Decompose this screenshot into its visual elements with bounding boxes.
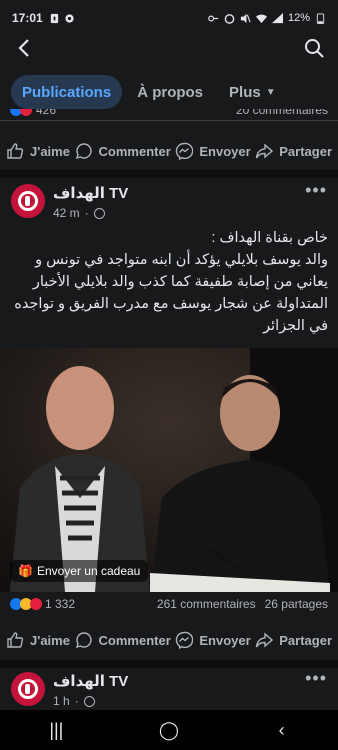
notification-icon	[50, 13, 58, 23]
like-icon	[7, 143, 24, 159]
wifi-icon	[255, 14, 267, 23]
recent-apps-button[interactable]: |||	[36, 720, 76, 741]
nav-bar	[0, 36, 338, 60]
status-bar: 17:01 12%	[0, 0, 338, 36]
like-icon	[7, 632, 24, 648]
comment-icon	[75, 143, 92, 160]
tab-publications[interactable]: Publications	[11, 75, 123, 109]
post-photo[interactable]: 🎁 Envoyer un cadeau	[0, 348, 338, 592]
arrow-left-icon	[18, 39, 29, 57]
more-options-button[interactable]: •••	[305, 668, 327, 689]
action-row: J'aime Commenter Envoyer Partager	[0, 625, 338, 655]
logo-icon	[18, 191, 38, 211]
system-nav-bar: ||| ◯ ‹	[0, 710, 338, 750]
mute-icon	[240, 13, 251, 23]
key-icon	[208, 15, 219, 21]
page-name[interactable]: الهداف TV	[53, 184, 128, 202]
photo-illustration	[0, 348, 338, 592]
share-icon	[256, 143, 274, 159]
page-avatar[interactable]	[11, 672, 45, 706]
battery-percent: 12%	[287, 12, 310, 24]
gift-icon: 🎁	[18, 564, 33, 578]
love-reaction-icon	[20, 109, 32, 116]
shares-count[interactable]: 26 partages	[265, 597, 328, 611]
messenger-icon	[176, 631, 194, 649]
post-text: خاص بقناة الهداف : والد يوسف بلايلي يؤكد…	[10, 227, 328, 337]
like-button[interactable]: J'aime	[6, 631, 70, 649]
comment-icon	[75, 632, 92, 649]
status-time: 17:01	[12, 11, 43, 25]
comments-count[interactable]: 261 commentaires	[157, 597, 256, 611]
share-icon	[256, 632, 274, 648]
battery-icon	[316, 12, 325, 24]
search-icon	[305, 39, 324, 58]
post-counts: 1 332 261 commentaires 26 partages	[0, 597, 338, 615]
back-button[interactable]	[13, 37, 35, 59]
post-text-line: خاص بقناة الهداف :	[211, 230, 328, 246]
share-button[interactable]: Partager	[255, 142, 332, 160]
page-avatar[interactable]	[11, 184, 45, 218]
previous-reactions[interactable]: 426	[10, 109, 56, 117]
search-button[interactable]	[303, 37, 325, 59]
post-meta: 1 h ·	[53, 694, 95, 708]
tab-about[interactable]: À propos	[126, 75, 214, 109]
previous-comments[interactable]: 20 commentaires	[236, 109, 328, 117]
comment-button[interactable]: Commenter	[75, 142, 171, 160]
post-time[interactable]: 42 m	[53, 206, 80, 220]
globe-icon	[93, 207, 105, 219]
like-button[interactable]: J'aime	[6, 142, 70, 160]
send-gift-button[interactable]: 🎁 Envoyer un cadeau	[10, 560, 149, 582]
send-button[interactable]: Envoyer	[175, 631, 251, 649]
signal-icon	[271, 12, 283, 23]
dot-separator: ·	[84, 206, 89, 220]
reactions-summary[interactable]: 1 332	[10, 597, 75, 611]
post-separator	[0, 170, 338, 178]
post-time[interactable]: 1 h	[53, 694, 70, 708]
comment-button[interactable]: Commenter	[75, 631, 171, 649]
page-name[interactable]: الهداف TV	[53, 672, 128, 690]
dot-separator: ·	[74, 694, 79, 708]
home-button[interactable]: ◯	[149, 720, 189, 741]
tab-more[interactable]: Plus ▼	[218, 75, 287, 109]
settings-icon	[65, 13, 74, 23]
more-options-button[interactable]: •••	[305, 180, 327, 201]
comments-shares: 261 commentaires 26 partages	[157, 597, 328, 611]
post-separator	[0, 660, 338, 668]
logo-icon	[18, 679, 38, 699]
love-reaction-icon	[30, 598, 42, 610]
previous-post-counts: 426 20 commentaires	[0, 109, 338, 121]
page-tabs: Publications À propos Plus ▼	[0, 74, 338, 110]
messenger-icon	[176, 142, 194, 160]
post-meta: 42 m ·	[53, 206, 105, 220]
globe-icon	[83, 695, 95, 707]
system-back-button[interactable]: ‹	[262, 720, 302, 741]
share-button[interactable]: Partager	[255, 631, 332, 649]
send-button[interactable]: Envoyer	[175, 142, 251, 160]
post-header: الهداف TV 42 m · •••	[0, 180, 338, 228]
post-text-body: والد يوسف بلايلي يؤكد أن ابنه متواجد في …	[14, 252, 328, 334]
status-right: 12%	[208, 12, 326, 24]
caret-down-icon: ▼	[265, 86, 276, 98]
action-row: J'aime Commenter Envoyer Partager	[0, 136, 338, 166]
notification-icons	[49, 13, 75, 24]
alarm-icon	[224, 13, 235, 24]
